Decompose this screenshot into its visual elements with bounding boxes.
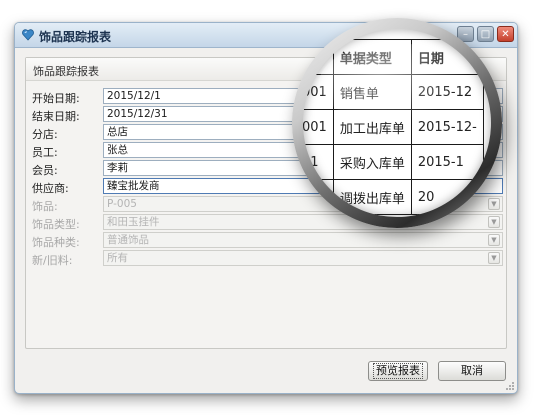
table-cell: 2015-12-: [410, 109, 484, 145]
field-label: 开始日期:: [32, 92, 80, 105]
field-label: 会员:: [32, 164, 58, 177]
field-label: 新/旧料:: [32, 254, 73, 267]
table-cell: 001: [303, 109, 334, 145]
group-title: 饰品跟踪报表: [33, 65, 99, 78]
chevron-down-icon[interactable]: ▼: [488, 198, 500, 210]
item-kind-select[interactable]: 普通饰品 ▼: [103, 232, 503, 248]
table-cell: 调拨出库单: [332, 179, 412, 215]
item-kind-value: 普通饰品: [107, 234, 149, 246]
item-type-value: 和田玉挂件: [107, 216, 160, 228]
material-value: 所有: [107, 252, 128, 264]
table-cell: 采购入库单: [332, 144, 412, 180]
table-header-row: 单据类型 日期: [303, 39, 484, 75]
table-cell: [303, 179, 334, 215]
table-cell: 2015-1: [410, 144, 484, 180]
heart-icon: [22, 29, 34, 41]
table-header-cell: 日期: [410, 39, 484, 75]
table-row: 001 加工出库单 2015-12-: [303, 109, 484, 145]
table-header-cell: [303, 39, 334, 75]
field-label: 供应商:: [32, 182, 69, 195]
material-select[interactable]: 所有 ▼: [103, 250, 503, 266]
table-cell: 001: [303, 74, 334, 110]
magnifier-lens: 单据类型 日期 001 销售单 2015-12 001 加工出库单 2015-1…: [303, 29, 491, 217]
close-button[interactable]: ✕: [497, 26, 514, 42]
table-cell: 销售单: [332, 74, 412, 110]
cancel-button[interactable]: 取消: [438, 361, 506, 381]
table-cell: 01: [303, 144, 334, 180]
preview-report-button[interactable]: 预览报表: [368, 361, 428, 381]
resize-grip-icon[interactable]: [505, 381, 515, 391]
field-label: 员工:: [32, 146, 58, 159]
field-label: 饰品种类:: [32, 236, 80, 249]
table-row: 调拨出库单 20: [303, 179, 484, 215]
chevron-down-icon[interactable]: ▼: [488, 216, 500, 228]
window-title: 饰品跟踪报表: [39, 30, 112, 44]
table-row: 01 采购入库单 2015-1: [303, 144, 484, 180]
table-cell: 20: [410, 179, 484, 215]
field-label: 结束日期:: [32, 110, 80, 123]
preview-report-label: 预览报表: [373, 363, 423, 379]
table-row: 001 销售单 2015-12: [303, 74, 484, 110]
chevron-down-icon[interactable]: ▼: [488, 252, 500, 264]
chevron-down-icon[interactable]: ▼: [488, 234, 500, 246]
table-header-cell: 单据类型: [332, 39, 412, 75]
magnifier: 单据类型 日期 001 销售单 2015-12 001 加工出库单 2015-1…: [292, 18, 502, 228]
item-value: P-005: [107, 198, 137, 210]
table-cell: 2015-12: [410, 74, 484, 110]
zoomed-table: 单据类型 日期 001 销售单 2015-12 001 加工出库单 2015-1…: [303, 39, 484, 215]
field-label: 饰品:: [32, 200, 58, 213]
table-cell: 加工出库单: [332, 109, 412, 145]
field-label: 饰品类型:: [32, 218, 80, 231]
field-label: 分店:: [32, 128, 58, 141]
